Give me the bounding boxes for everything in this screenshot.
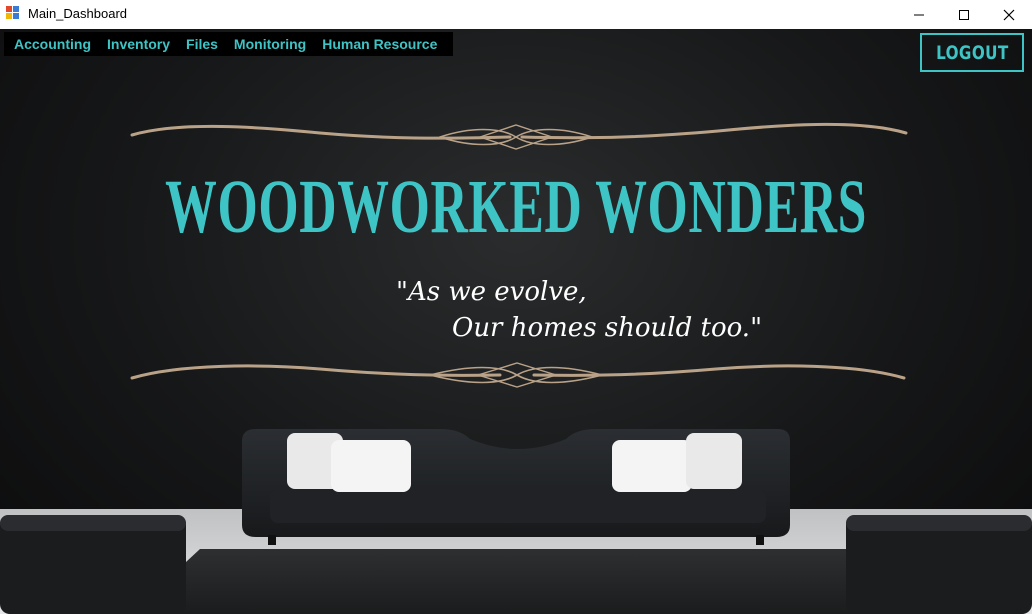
minimize-icon <box>914 14 924 15</box>
maximize-icon <box>959 9 969 20</box>
menu-human-resource[interactable]: Human Resource <box>316 32 447 56</box>
tagline-line-2: Our homes should too." <box>452 313 763 343</box>
minimize-button[interactable] <box>896 0 942 29</box>
menu-monitoring[interactable]: Monitoring <box>228 32 316 56</box>
menu-bar: Accounting Inventory Files Monitoring Hu… <box>4 32 454 56</box>
maximize-button[interactable] <box>941 0 987 29</box>
title-bar[interactable]: Main_Dashboard <box>0 0 1032 29</box>
top-ornament <box>130 122 908 150</box>
app-icon <box>6 6 19 19</box>
close-icon <box>1003 9 1015 20</box>
left-ottoman <box>0 515 186 614</box>
logout-label: LOGOUT <box>935 41 1009 64</box>
bottom-ornament <box>130 362 906 388</box>
brand-title: WOODWORKED WONDERS <box>0 164 990 251</box>
window-title: Main_Dashboard <box>28 6 128 21</box>
close-button[interactable] <box>986 0 1032 29</box>
logout-button[interactable]: LOGOUT <box>920 33 1024 72</box>
tagline-line-1: "As we evolve, <box>396 277 587 307</box>
brand-text: WOODWORKED WONDERS <box>165 165 868 249</box>
menu-inventory[interactable]: Inventory <box>101 32 180 56</box>
main-dashboard-window: Main_Dashboard Accounting Inventory File… <box>0 0 1032 614</box>
dashboard-area: Accounting Inventory Files Monitoring Hu… <box>0 29 1032 614</box>
sofa <box>242 429 790 545</box>
right-ottoman <box>846 515 1032 614</box>
rug <box>130 549 905 614</box>
menu-accounting[interactable]: Accounting <box>8 32 101 56</box>
menu-files[interactable]: Files <box>180 32 228 56</box>
